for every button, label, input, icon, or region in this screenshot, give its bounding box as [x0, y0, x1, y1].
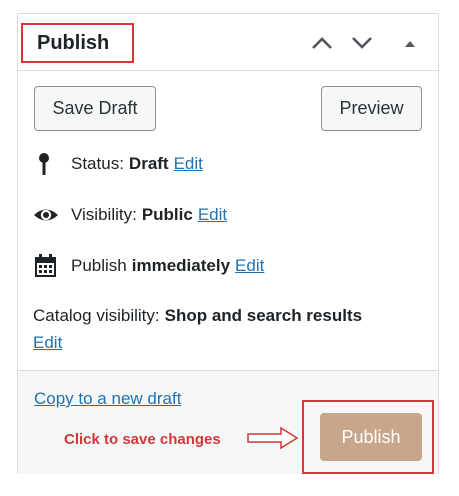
save-changes-hint: Click to save changes [64, 431, 221, 448]
copy-to-new-draft-link[interactable]: Copy to a new draft [34, 389, 181, 409]
triangle-up-icon[interactable] [398, 33, 422, 53]
visibility-value: Public [141, 205, 193, 224]
panel-header: Publish [18, 14, 438, 71]
status-edit-link[interactable]: Edit [174, 154, 203, 174]
save-draft-button[interactable]: Save Draft [34, 86, 156, 131]
schedule-edit-link[interactable]: Edit [235, 256, 264, 276]
publish-button[interactable]: Publish [320, 413, 422, 461]
publish-panel: Publish Save Draft Preview Status: Draft… [17, 13, 439, 474]
schedule-row: Publish immediately Edit [33, 253, 264, 279]
visibility-edit-link[interactable]: Edit [198, 205, 227, 225]
catalog-visibility-label: Catalog visibility: [33, 306, 160, 325]
arrow-right-icon [247, 426, 299, 455]
status-row: Status: Draft Edit [33, 151, 203, 177]
calendar-icon [33, 253, 59, 279]
catalog-visibility-row: Catalog visibility: Shop and search resu… [33, 306, 367, 326]
chevron-up-icon[interactable] [310, 33, 334, 53]
visibility-row: Visibility: Public Edit [33, 202, 227, 228]
panel-title: Publish [37, 32, 110, 54]
publish-footer: Copy to a new draft Click to save change… [18, 370, 438, 474]
eye-icon [33, 202, 59, 228]
chevron-down-icon[interactable] [350, 33, 374, 53]
catalog-visibility-edit-link[interactable]: Edit [33, 333, 62, 353]
status-label: Status: [71, 154, 124, 173]
visibility-label: Visibility: [71, 205, 137, 224]
status-value: Draft [128, 154, 169, 173]
pin-icon [33, 151, 59, 177]
schedule-value: immediately [131, 256, 231, 275]
preview-button[interactable]: Preview [321, 86, 422, 131]
catalog-visibility-value: Shop and search results [164, 306, 363, 325]
schedule-label: Publish [71, 256, 127, 275]
